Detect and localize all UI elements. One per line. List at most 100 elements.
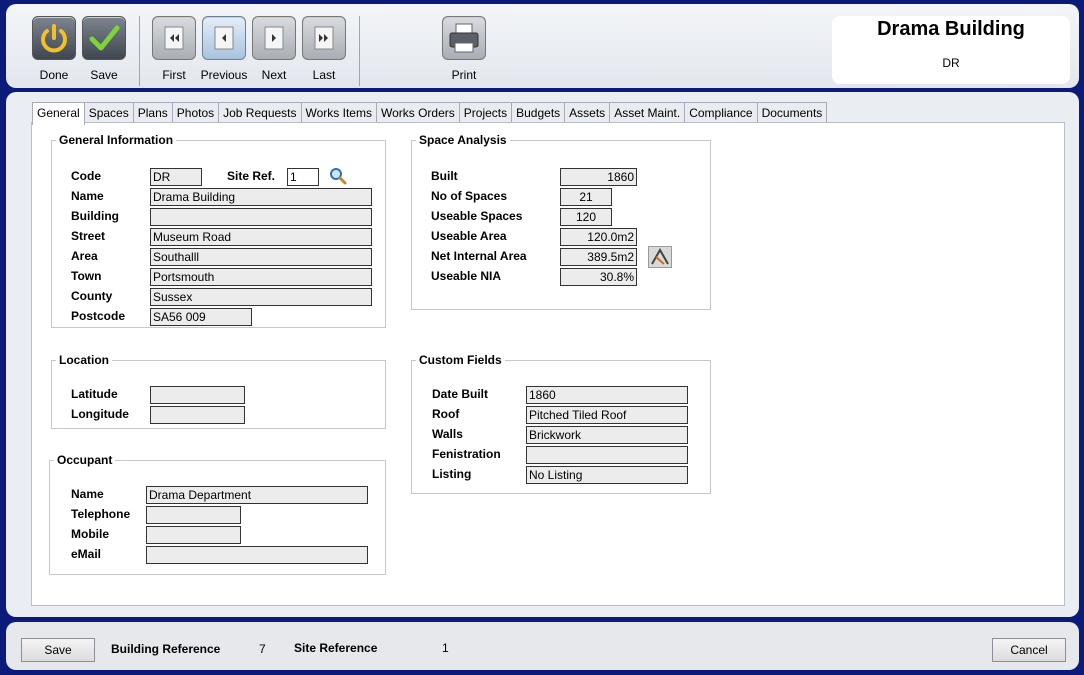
useable-area-field[interactable]: 120.0m2 [560, 228, 637, 246]
site-reference-value: 1 [442, 641, 449, 655]
last-button[interactable]: Last [298, 16, 350, 82]
tab-general[interactable]: General [32, 102, 85, 125]
code-field[interactable]: DR [150, 168, 202, 186]
building-reference-value: 7 [259, 642, 266, 656]
tab-assets[interactable]: Assets [564, 102, 611, 124]
tab-works-items[interactable]: Works Items [300, 102, 377, 124]
email-field[interactable] [146, 546, 368, 564]
email-label: eMail [71, 547, 102, 561]
space-analysis-legend: Space Analysis [419, 133, 507, 147]
done-button[interactable]: Done [28, 16, 80, 82]
postcode-field[interactable]: SA56 009 [150, 308, 252, 326]
area-label: Area [71, 249, 98, 263]
previous-button[interactable]: Previous [198, 16, 250, 82]
code-label: Code [71, 169, 101, 183]
name-label: Name [71, 189, 104, 203]
search-icon[interactable] [329, 167, 347, 185]
tab-plans[interactable]: Plans [132, 102, 173, 124]
net-internal-area-field[interactable]: 389.5m2 [560, 248, 637, 266]
no-of-spaces-field[interactable]: 21 [560, 188, 612, 206]
built-field[interactable]: 1860 [560, 168, 637, 186]
measure-icon[interactable] [648, 246, 672, 268]
fenistration-label: Fenistration [432, 447, 501, 461]
next-label: Next [261, 68, 287, 82]
cancel-button[interactable]: Cancel [992, 638, 1066, 662]
tab-asset-maint[interactable]: Asset Maint. [609, 102, 686, 124]
general-tab-content: General Information Code DR Site Ref. 1 … [31, 122, 1065, 606]
latitude-field[interactable] [150, 386, 245, 404]
useable-nia-label: Useable NIA [431, 269, 502, 283]
first-record-icon [152, 16, 196, 60]
last-record-icon [302, 16, 346, 60]
custom-fields-legend: Custom Fields [419, 353, 502, 367]
save-toolbar-button[interactable]: Save [78, 16, 130, 82]
occupant-group: Occupant Name Drama Department Telephone… [49, 453, 386, 575]
save-button[interactable]: Save [21, 638, 95, 662]
longitude-field[interactable] [150, 406, 245, 424]
power-icon [32, 16, 76, 60]
listing-field[interactable]: No Listing [526, 466, 688, 484]
tab-works-orders[interactable]: Works Orders [375, 102, 460, 124]
roof-field[interactable]: Pitched Tiled Roof [526, 406, 688, 424]
space-analysis-group: Space Analysis Built 1860 No of Spaces 2… [411, 133, 711, 310]
no-of-spaces-label: No of Spaces [431, 189, 508, 203]
town-label: Town [71, 269, 102, 283]
tab-spaces[interactable]: Spaces [83, 102, 134, 124]
printer-icon [442, 16, 486, 60]
save-label: Save [90, 68, 118, 82]
street-field[interactable]: Museum Road [150, 228, 372, 246]
last-label: Last [312, 68, 336, 82]
next-button[interactable]: Next [248, 16, 300, 82]
tab-documents[interactable]: Documents [756, 102, 828, 124]
tab-compliance[interactable]: Compliance [684, 102, 758, 124]
building-reference-label: Building Reference [111, 642, 221, 656]
toolbar: Done Save First Previous Next Last Print… [6, 4, 1079, 88]
occupant-name-field[interactable]: Drama Department [146, 486, 368, 504]
general-information-legend: General Information [59, 133, 174, 147]
location-legend: Location [59, 353, 109, 367]
latitude-label: Latitude [71, 387, 118, 401]
first-label: First [162, 68, 186, 82]
area-field[interactable]: Southalll [150, 248, 372, 266]
record-title-box: Drama Building DR [832, 16, 1070, 84]
town-field[interactable]: Portsmouth [150, 268, 372, 286]
general-information-group: General Information Code DR Site Ref. 1 … [51, 133, 386, 328]
toolbar-divider [359, 16, 360, 86]
telephone-field[interactable] [146, 506, 241, 524]
fenistration-field[interactable] [526, 446, 688, 464]
useable-spaces-label: Useable Spaces [431, 209, 523, 223]
listing-label: Listing [432, 467, 472, 481]
first-button[interactable]: First [148, 16, 200, 82]
site-ref-field[interactable]: 1 [287, 168, 319, 186]
walls-field[interactable]: Brickwork [526, 426, 688, 444]
main-panel: General Spaces Plans Photos Job Requests… [6, 92, 1079, 617]
tab-photos[interactable]: Photos [171, 102, 220, 124]
useable-nia-field[interactable]: 30.8% [560, 268, 637, 286]
tab-budgets[interactable]: Budgets [511, 102, 566, 124]
record-title: Drama Building [877, 18, 1025, 40]
postcode-label: Postcode [71, 309, 126, 323]
building-field[interactable] [150, 208, 372, 226]
tab-projects[interactable]: Projects [458, 102, 513, 124]
tab-job-requests[interactable]: Job Requests [218, 102, 302, 124]
occupant-legend: Occupant [57, 453, 113, 467]
site-ref-label: Site Ref. [227, 169, 276, 183]
street-label: Street [71, 229, 106, 243]
mobile-field[interactable] [146, 526, 241, 544]
net-internal-area-label: Net Internal Area [431, 249, 527, 263]
roof-label: Roof [432, 407, 460, 421]
previous-label: Previous [200, 68, 248, 82]
print-label: Print [451, 68, 477, 82]
date-built-field[interactable]: 1860 [526, 386, 688, 404]
longitude-label: Longitude [71, 407, 129, 421]
toolbar-divider [139, 16, 140, 86]
custom-fields-group: Custom Fields Date Built 1860 Roof Pitch… [411, 353, 711, 494]
useable-spaces-field[interactable]: 120 [560, 208, 612, 226]
checkmark-icon [82, 16, 126, 60]
county-label: County [71, 289, 113, 303]
county-field[interactable]: Sussex [150, 288, 372, 306]
print-button[interactable]: Print [438, 16, 490, 82]
walls-label: Walls [432, 427, 463, 441]
location-group: Location Latitude Longitude [51, 353, 386, 429]
name-field[interactable]: Drama Building [150, 188, 372, 206]
